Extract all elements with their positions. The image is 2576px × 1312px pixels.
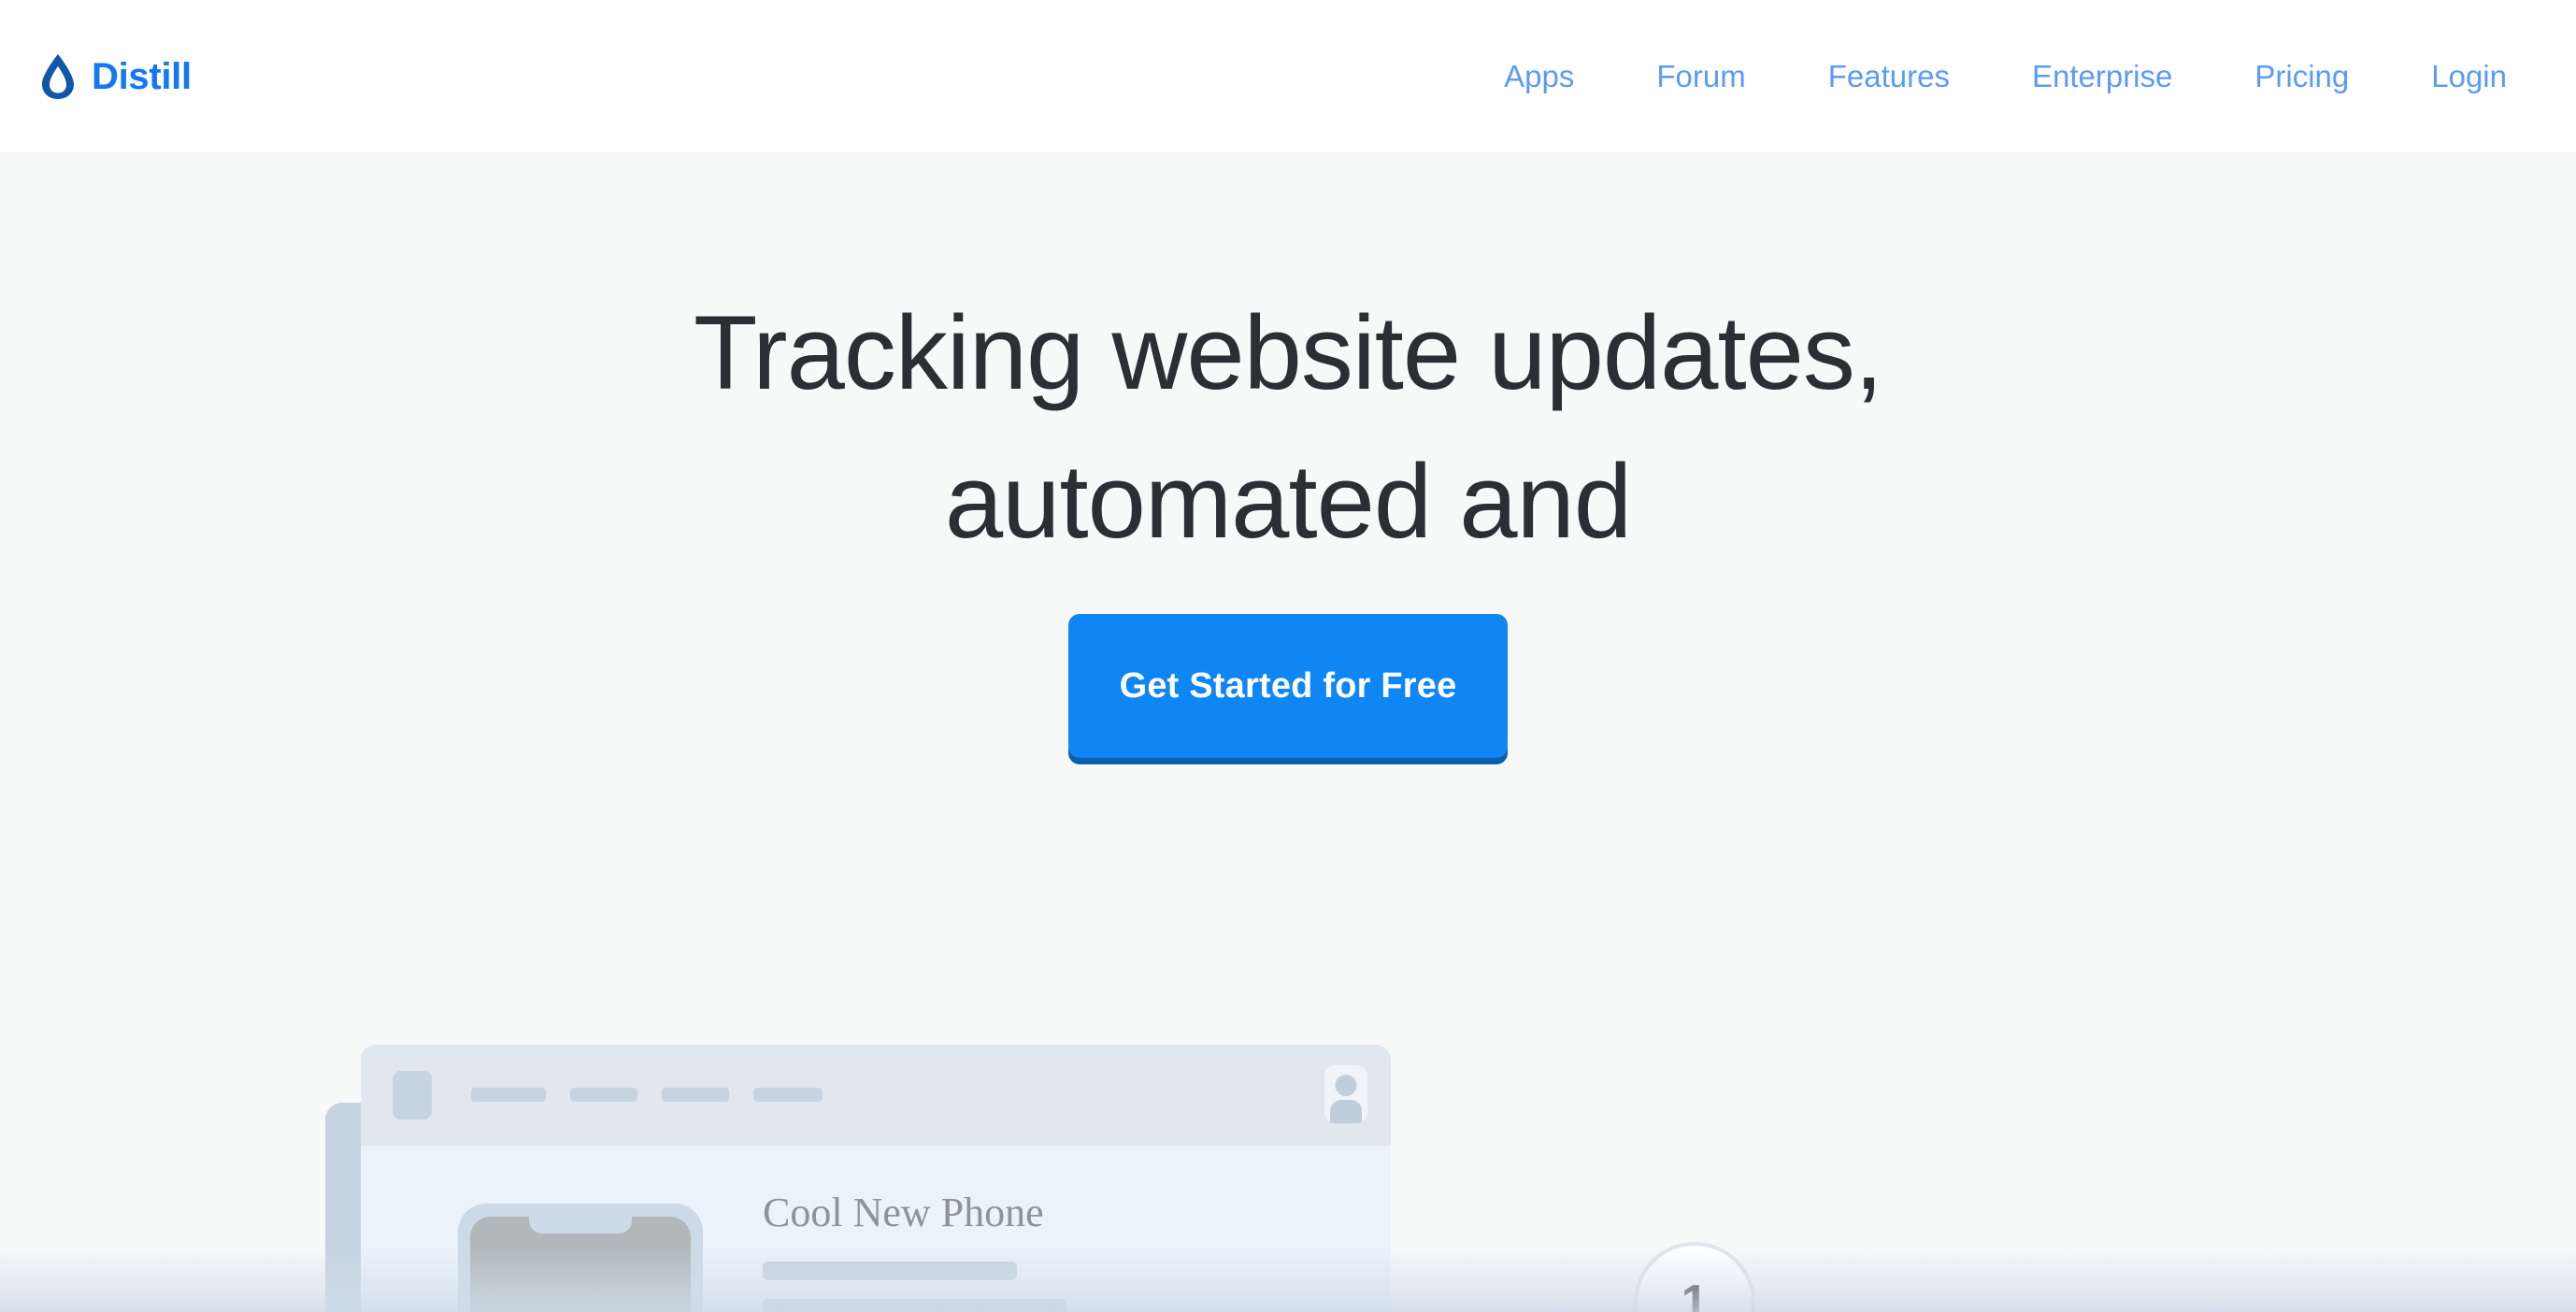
product-panel: Cool New Phone $ 1,432 — [763, 1192, 1211, 1312]
browser-content: Cool New Phone $ 1,432 — [361, 1146, 1391, 1312]
main-navigation: Apps Forum Features Enterprise Pricing L… — [1463, 61, 2548, 92]
avatar-body — [1330, 1100, 1362, 1123]
avatar-head — [1335, 1075, 1357, 1096]
user-avatar-icon — [1324, 1065, 1367, 1123]
browser-nav-bar — [570, 1088, 637, 1102]
browser-nav-bar — [662, 1088, 729, 1102]
nav-link-features[interactable]: Features — [1787, 61, 1991, 92]
browser-nav-bars — [471, 1088, 823, 1102]
browser-mockup: Cool New Phone $ 1,432 — [361, 1045, 1391, 1312]
step-one-block: 1 Select the parts of the — [1634, 1242, 2475, 1312]
nav-link-enterprise[interactable]: Enterprise — [1991, 61, 2213, 92]
cta-container: Get Started for Free — [0, 614, 2576, 758]
product-text-placeholder — [763, 1262, 1017, 1280]
browser-nav-bar — [753, 1088, 823, 1102]
hero-section: Tracking website updates, automated and … — [0, 152, 2576, 1312]
site-header: Distill Apps Forum Features Enterprise P… — [0, 0, 2576, 152]
browser-nav-bar — [471, 1088, 546, 1102]
brand-logo-link[interactable]: Distill — [37, 51, 192, 102]
nav-link-login[interactable]: Login — [2390, 61, 2548, 92]
browser-logo-icon — [393, 1071, 432, 1119]
page-title-line-1: Tracking website updates, — [694, 294, 1883, 411]
phone-mockup — [458, 1204, 703, 1312]
nav-link-pricing[interactable]: Pricing — [2213, 61, 2390, 92]
page-title-line-2: automated and — [944, 443, 1632, 561]
product-text-placeholder — [763, 1299, 1066, 1312]
nav-link-apps[interactable]: Apps — [1463, 61, 1615, 92]
page-title: Tracking website updates, automated and — [0, 278, 2576, 576]
water-droplet-icon — [42, 53, 74, 99]
phone-notch — [529, 1217, 632, 1234]
browser-toolbar — [361, 1045, 1391, 1146]
brand-name: Distill — [92, 55, 192, 97]
phone-screen — [470, 1217, 691, 1312]
step-number-badge: 1 — [1634, 1242, 1755, 1312]
get-started-button[interactable]: Get Started for Free — [1068, 614, 1508, 758]
nav-link-forum[interactable]: Forum — [1615, 61, 1786, 92]
product-title: Cool New Phone — [763, 1190, 1044, 1235]
